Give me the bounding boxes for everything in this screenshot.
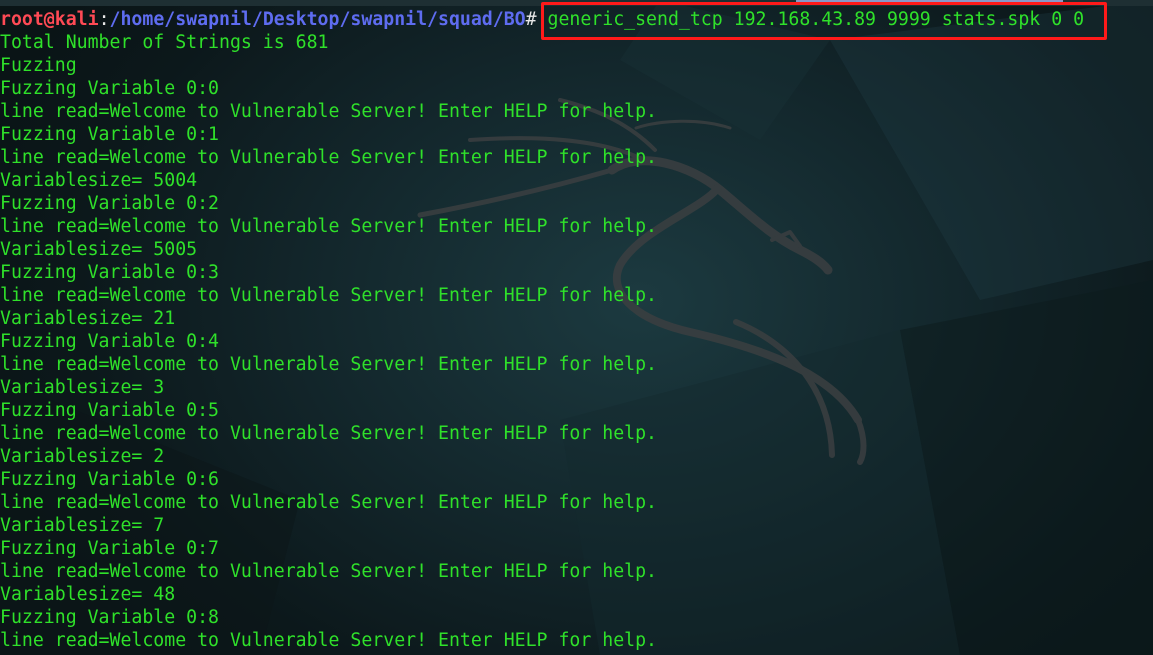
output-line: Fuzzing Variable 0:2 [0, 193, 219, 214]
command-text: generic_send_tcp 192.168.43.89 9999 stat… [536, 9, 1085, 30]
output-line: line read=Welcome to Vulnerable Server! … [0, 147, 657, 168]
terminal-output[interactable]: root@kali:/home/swapnil/Desktop/swapnil/… [0, 8, 1153, 655]
window-top-bar [0, 0, 1153, 6]
output-line: line read=Welcome to Vulnerable Server! … [0, 354, 657, 375]
output-line: line read=Welcome to Vulnerable Server! … [0, 561, 657, 582]
output-line: Fuzzing Variable 0:4 [0, 331, 219, 352]
output-line: Total Number of Strings is 681 [0, 32, 329, 53]
output-line: Fuzzing Variable 0:1 [0, 124, 219, 145]
output-line: Variablesize= 48 [0, 584, 176, 605]
output-line: Fuzzing Variable 0:0 [0, 78, 219, 99]
output-line: line read=Welcome to Vulnerable Server! … [0, 101, 657, 122]
output-line: Fuzzing Variable 0:6 [0, 469, 219, 490]
output-line: Variablesize= 3 [0, 377, 165, 398]
output-line: line read=Welcome to Vulnerable Server! … [0, 216, 657, 237]
output-line: line read=Welcome to Vulnerable Server! … [0, 630, 657, 651]
output-line: Fuzzing Variable 0:7 [0, 538, 219, 559]
window-top-selection [796, 0, 1063, 5]
output-line: Variablesize= 5004 [0, 170, 198, 191]
prompt-symbol: # [525, 9, 537, 30]
output-lines: Total Number of Strings is 681 Fuzzing Fuz… [0, 31, 1153, 652]
prompt-path: /home/swapnil/Desktop/swapnil/squad/BO [109, 9, 526, 30]
output-line: Fuzzing Variable 0:3 [0, 262, 219, 283]
output-line: line read=Welcome to Vulnerable Server! … [0, 285, 657, 306]
output-line: line read=Welcome to Vulnerable Server! … [0, 492, 657, 513]
output-line: Fuzzing Variable 0:8 [0, 607, 219, 628]
output-line: line read=Welcome to Vulnerable Server! … [0, 423, 657, 444]
output-line: Variablesize= 5005 [0, 239, 198, 260]
output-line: Variablesize= 2 [0, 446, 165, 467]
prompt-user-host: root@kali [0, 9, 99, 30]
output-line: Fuzzing Variable 0:5 [0, 400, 219, 421]
output-line: Variablesize= 7 [0, 515, 165, 536]
prompt-separator: : [98, 9, 110, 30]
output-line: Fuzzing [0, 55, 77, 76]
output-line: Variablesize= 21 [0, 308, 176, 329]
command-prompt-line: root@kali:/home/swapnil/Desktop/swapnil/… [0, 8, 1153, 31]
